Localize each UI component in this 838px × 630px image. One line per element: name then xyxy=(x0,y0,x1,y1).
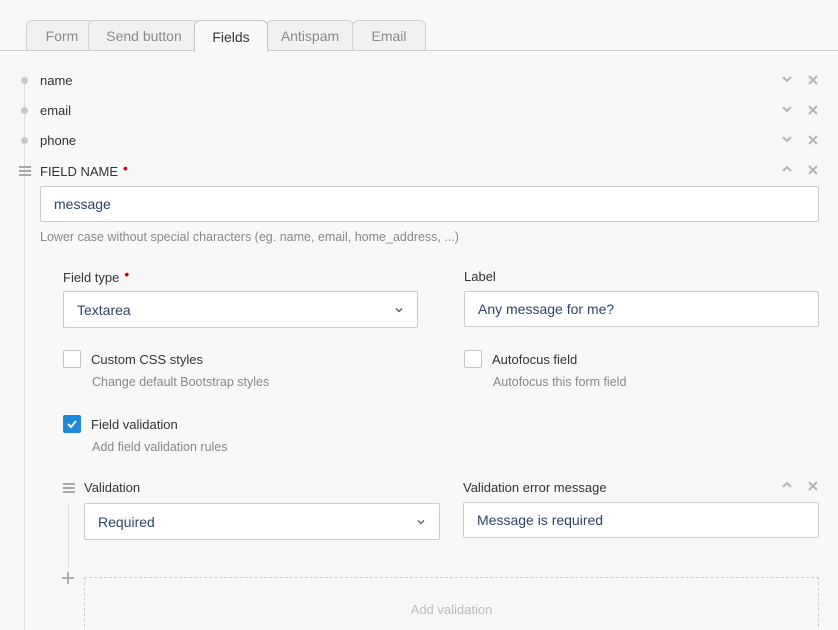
chevron-down-icon[interactable] xyxy=(780,132,794,146)
tree-dot xyxy=(21,77,28,84)
tab-fields[interactable]: Fields xyxy=(194,20,268,52)
field-name-help: Lower case without special characters (e… xyxy=(40,230,459,244)
tree-dot xyxy=(21,137,28,144)
tab-label: Form xyxy=(45,28,79,44)
plus-icon[interactable] xyxy=(62,572,74,584)
label-input[interactable] xyxy=(464,291,819,327)
tab-email[interactable]: Email xyxy=(352,20,426,51)
close-icon[interactable] xyxy=(806,479,820,493)
validation-error-label: Validation error message xyxy=(463,480,607,495)
field-name-input[interactable] xyxy=(40,186,819,222)
chevron-down-icon[interactable] xyxy=(780,102,794,116)
validation-label: Validation xyxy=(84,480,141,495)
chevron-up-icon[interactable] xyxy=(780,162,794,176)
chevron-down-icon xyxy=(395,307,403,312)
autofocus-checkbox[interactable] xyxy=(464,350,482,368)
field-type-label: Field type • xyxy=(63,266,130,285)
drag-handle-icon[interactable] xyxy=(63,483,75,493)
field-validation-label: Field validation xyxy=(91,417,178,432)
chevron-down-icon[interactable] xyxy=(780,72,794,86)
autofocus-label: Autofocus field xyxy=(492,352,578,367)
custom-css-checkbox[interactable] xyxy=(63,350,81,368)
tab-label: Send button xyxy=(106,28,182,44)
custom-css-help: Change default Bootstrap styles xyxy=(92,375,270,389)
validation-error-input[interactable] xyxy=(463,502,819,538)
field-row-email[interactable]: email xyxy=(40,103,71,118)
close-icon[interactable] xyxy=(806,103,820,117)
close-icon[interactable] xyxy=(806,133,820,147)
tab-send-button[interactable]: Send button xyxy=(88,20,200,51)
tab-divider xyxy=(0,50,838,51)
tab-label: Email xyxy=(371,28,407,44)
field-validation-checkbox[interactable] xyxy=(63,415,81,433)
validation-rule-value: Required xyxy=(98,513,155,530)
tab-antispam[interactable]: Antispam xyxy=(266,20,354,51)
field-type-value: Textarea xyxy=(77,301,131,318)
required-marker: • xyxy=(124,266,130,282)
close-icon[interactable] xyxy=(806,73,820,87)
tab-label: Antispam xyxy=(280,28,340,44)
tab-label: Fields xyxy=(212,28,250,45)
tree-dot xyxy=(21,107,28,114)
field-type-label-text: Field type xyxy=(63,270,120,285)
sub-tree-line xyxy=(68,505,69,567)
validation-rule-select[interactable]: Required xyxy=(84,503,440,540)
chevron-down-icon xyxy=(417,519,425,524)
field-type-select[interactable]: Textarea xyxy=(63,291,418,328)
custom-css-label: Custom CSS styles xyxy=(91,352,203,367)
tree-line xyxy=(24,80,25,630)
add-validation-button[interactable]: Add validation xyxy=(84,577,819,630)
drag-handle-icon[interactable] xyxy=(19,166,31,176)
field-name-label-text: FIELD NAME xyxy=(40,164,119,179)
field-row-name[interactable]: name xyxy=(40,73,73,88)
check-icon xyxy=(67,420,77,429)
chevron-up-icon[interactable] xyxy=(780,478,794,492)
autofocus-help: Autofocus this form field xyxy=(493,375,627,389)
field-validation-help: Add field validation rules xyxy=(92,440,228,454)
field-row-phone[interactable]: phone xyxy=(40,133,76,148)
field-name-label: FIELD NAME • xyxy=(40,160,128,179)
close-icon[interactable] xyxy=(806,163,820,177)
add-validation-label: Add validation xyxy=(410,601,493,617)
label-label: Label xyxy=(464,269,496,284)
required-marker: • xyxy=(123,160,128,176)
tab-bar: Form Send button Fields Antispam Email xyxy=(0,0,838,52)
